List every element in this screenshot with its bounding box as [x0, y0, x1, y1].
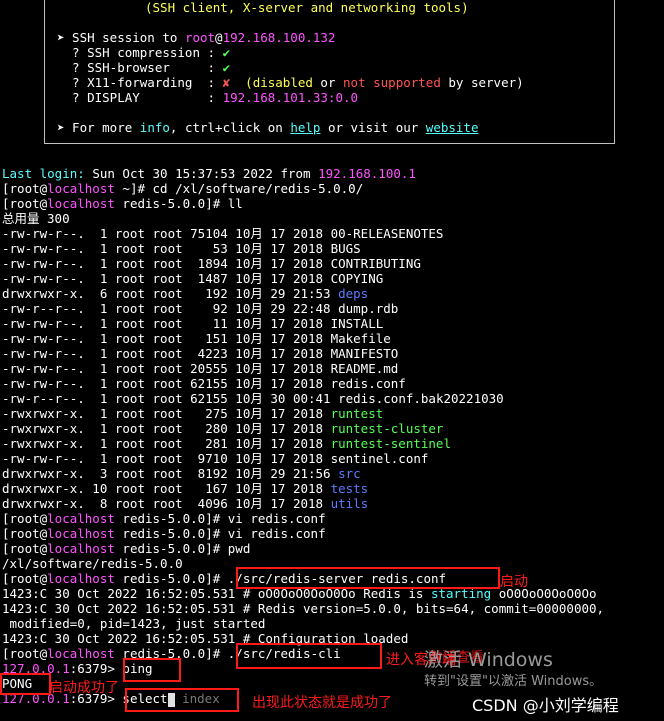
listing-row: -rw-r--r--. 1 root root 62155 10月 30 00:… [2, 391, 504, 406]
cross-icon: ✘ [222, 75, 231, 90]
listing-meta: -rw-rw-r--. 1 root root 11 10月 17 2018 [2, 316, 331, 331]
listing-meta: -rwxrwxr-x. 1 root root 275 10月 17 2018 [2, 406, 331, 421]
listing-filename: utils [330, 496, 369, 511]
listing-meta: -rwxrwxr-x. 1 root root 281 10月 17 2018 [2, 436, 331, 451]
ssh-session-line: ➤ SSH session to root@192.168.100.132 [57, 30, 336, 45]
command-line-ll: [root@localhost redis-5.0.0]# ll [2, 196, 243, 211]
check-icon: ✔ [222, 45, 231, 60]
server-log-line: 1423:C 30 Oct 2022 16:52:05.531 # Redis … [2, 601, 605, 616]
listing-filename: deps [338, 286, 369, 301]
listing-filename: redis.conf.bak20221030 [338, 391, 504, 406]
x11-forwarding-line: ? X11-forwarding : ✘ (disabled or not su… [57, 75, 524, 90]
windows-activation-subtitle: 转到"设置"以激活 Windows。 [424, 674, 603, 689]
listing-filename: runtest [330, 406, 384, 421]
listing-row: -rw-rw-r--. 1 root root 11 10月 17 2018 I… [2, 316, 383, 331]
annotation-box-server [236, 567, 500, 589]
server-log-line: modified=0, pid=1423, just started [2, 616, 266, 631]
listing-meta: drwxrwxr-x. 10 root root 167 10月 17 2018 [2, 481, 331, 496]
listing-meta: -rw-rw-r--. 1 root root 1894 10月 17 2018 [2, 256, 331, 271]
listing-meta: -rw-rw-r--. 1 root root 9710 10月 17 2018 [2, 451, 331, 466]
banner-subtitle: (SSH client, X-server and networking too… [145, 0, 469, 15]
more-info-line: ➤ For more info, ctrl+click on help or v… [57, 120, 479, 135]
command-line-cd: [root@localhost ~]# cd /xl/software/redi… [2, 181, 364, 196]
listing-filename: BUGS [330, 241, 361, 256]
listing-filename: README.md [330, 361, 399, 376]
listing-meta: -rw-r--r--. 1 root root 92 10月 29 22:48 [2, 301, 339, 316]
listing-meta: -rw-rw-r--. 1 root root 4223 10月 17 2018 [2, 346, 331, 361]
ssh-browser-line: ? SSH-browser : ✔ [57, 60, 231, 75]
listing-row: -rwxrwxr-x. 1 root root 281 10月 17 2018 … [2, 436, 451, 451]
help-link[interactable]: help [290, 120, 320, 135]
listing-meta: -rwxrwxr-x. 1 root root 280 10月 17 2018 [2, 421, 331, 436]
command-line-pwd: [root@localhost redis-5.0.0]# pwd [2, 541, 251, 556]
mobaxterm-banner: (SSH client, X-server and networking too… [44, 0, 615, 144]
listing-row: -rwxrwxr-x. 1 root root 280 10月 17 2018 … [2, 421, 443, 436]
listing-row: -rw-rw-r--. 1 root root 20555 10月 17 201… [2, 361, 398, 376]
pwd-output: /xl/software/redis-5.0.0 [2, 556, 183, 571]
listing-row: -rw-rw-r--. 1 root root 53 10月 17 2018 B… [2, 241, 361, 256]
listing-filename: MANIFESTO [330, 346, 399, 361]
listing-filename: runtest-cluster [330, 421, 444, 436]
listing-row: drwxrwxr-x. 8 root root 4096 10月 17 2018… [2, 496, 368, 511]
listing-filename: sentinel.conf [330, 451, 429, 466]
listing-filename: COPYING [330, 271, 384, 286]
ssh-compression-line: ? SSH compression : ✔ [57, 45, 231, 60]
listing-filename: dump.rdb [338, 301, 399, 316]
listing-meta: drwxrwxr-x. 6 root root 192 10月 29 21:53 [2, 286, 339, 301]
csdn-watermark: CSDN @小刘学编程 [472, 696, 619, 715]
command-line-vi: [root@localhost redis-5.0.0]# vi redis.c… [2, 511, 326, 526]
annotation-start-success: 启动成功了 [49, 680, 119, 696]
command-line-vi: [root@localhost redis-5.0.0]# vi redis.c… [2, 526, 326, 541]
last-login-line: Last login: Sun Oct 30 15:37:53 2022 fro… [2, 166, 416, 181]
listing-meta: -rw-rw-r--. 1 root root 1487 10月 17 2018 [2, 271, 331, 286]
terminal-window[interactable]: (SSH client, X-server and networking too… [0, 0, 664, 721]
listing-filename: src [338, 466, 361, 481]
windows-activation-title: 激活 Windows [424, 649, 553, 671]
listing-filename: tests [330, 481, 369, 496]
listing-meta: drwxrwxr-x. 8 root root 4096 10月 17 2018 [2, 496, 331, 511]
annotation-box-select [125, 688, 239, 712]
listing-row: -rw-rw-r--. 1 root root 9710 10月 17 2018… [2, 451, 428, 466]
listing-filename: 00-RELEASENOTES [330, 226, 444, 241]
listing-row: drwxrwxr-x. 3 root root 8192 10月 29 21:5… [2, 466, 361, 481]
annotation-box-pong [0, 673, 51, 695]
annotation-box-cli [236, 643, 382, 669]
website-link[interactable]: website [426, 120, 479, 135]
listing-meta: -rw-rw-r--. 1 root root 151 10月 17 2018 [2, 331, 331, 346]
listing-row: drwxrwxr-x. 10 root root 167 10月 17 2018… [2, 481, 368, 496]
listing-row: -rw-rw-r--. 1 root root 75104 10月 17 201… [2, 226, 443, 241]
listing-meta: -rw-rw-r--. 1 root root 75104 10月 17 201… [2, 226, 331, 241]
listing-filename: CONTRIBUTING [330, 256, 421, 271]
listing-row: -rwxrwxr-x. 1 root root 275 10月 17 2018 … [2, 406, 383, 421]
listing-row: -rw-rw-r--. 1 root root 4223 10月 17 2018… [2, 346, 398, 361]
listing-row: -rw-rw-r--. 1 root root 62155 10月 17 201… [2, 376, 406, 391]
check-icon: ✔ [222, 60, 231, 75]
listing-row: -rw-rw-r--. 1 root root 151 10月 17 2018 … [2, 331, 391, 346]
listing-filename: redis.conf [330, 376, 406, 391]
listing-meta: -rw-rw-r--. 1 root root 20555 10月 17 201… [2, 361, 331, 376]
listing-row: -rw-rw-r--. 1 root root 1487 10月 17 2018… [2, 271, 383, 286]
annotation-box-ping [123, 658, 181, 682]
annotation-start: 启动 [500, 574, 528, 590]
listing-filename: Makefile [330, 331, 391, 346]
display-line: ? DISPLAY : 192.168.101.33:0.0 [57, 90, 359, 105]
listing-filename: runtest-sentinel [330, 436, 451, 451]
listing-row: -rw-r--r--. 1 root root 92 10月 29 22:48 … [2, 301, 398, 316]
total-line: 总用量 300 [2, 211, 70, 226]
listing-meta: drwxrwxr-x. 3 root root 8192 10月 29 21:5… [2, 466, 339, 481]
listing-meta: -rw-r--r--. 1 root root 62155 10月 30 00:… [2, 391, 339, 406]
listing-filename: INSTALL [330, 316, 384, 331]
listing-meta: -rw-rw-r--. 1 root root 53 10月 17 2018 [2, 241, 331, 256]
listing-row: drwxrwxr-x. 6 root root 192 10月 29 21:53… [2, 286, 368, 301]
listing-meta: -rw-rw-r--. 1 root root 62155 10月 17 201… [2, 376, 331, 391]
listing-row: -rw-rw-r--. 1 root root 1894 10月 17 2018… [2, 256, 421, 271]
annotation-success-state: 出现此状态就是成功了 [252, 695, 392, 711]
